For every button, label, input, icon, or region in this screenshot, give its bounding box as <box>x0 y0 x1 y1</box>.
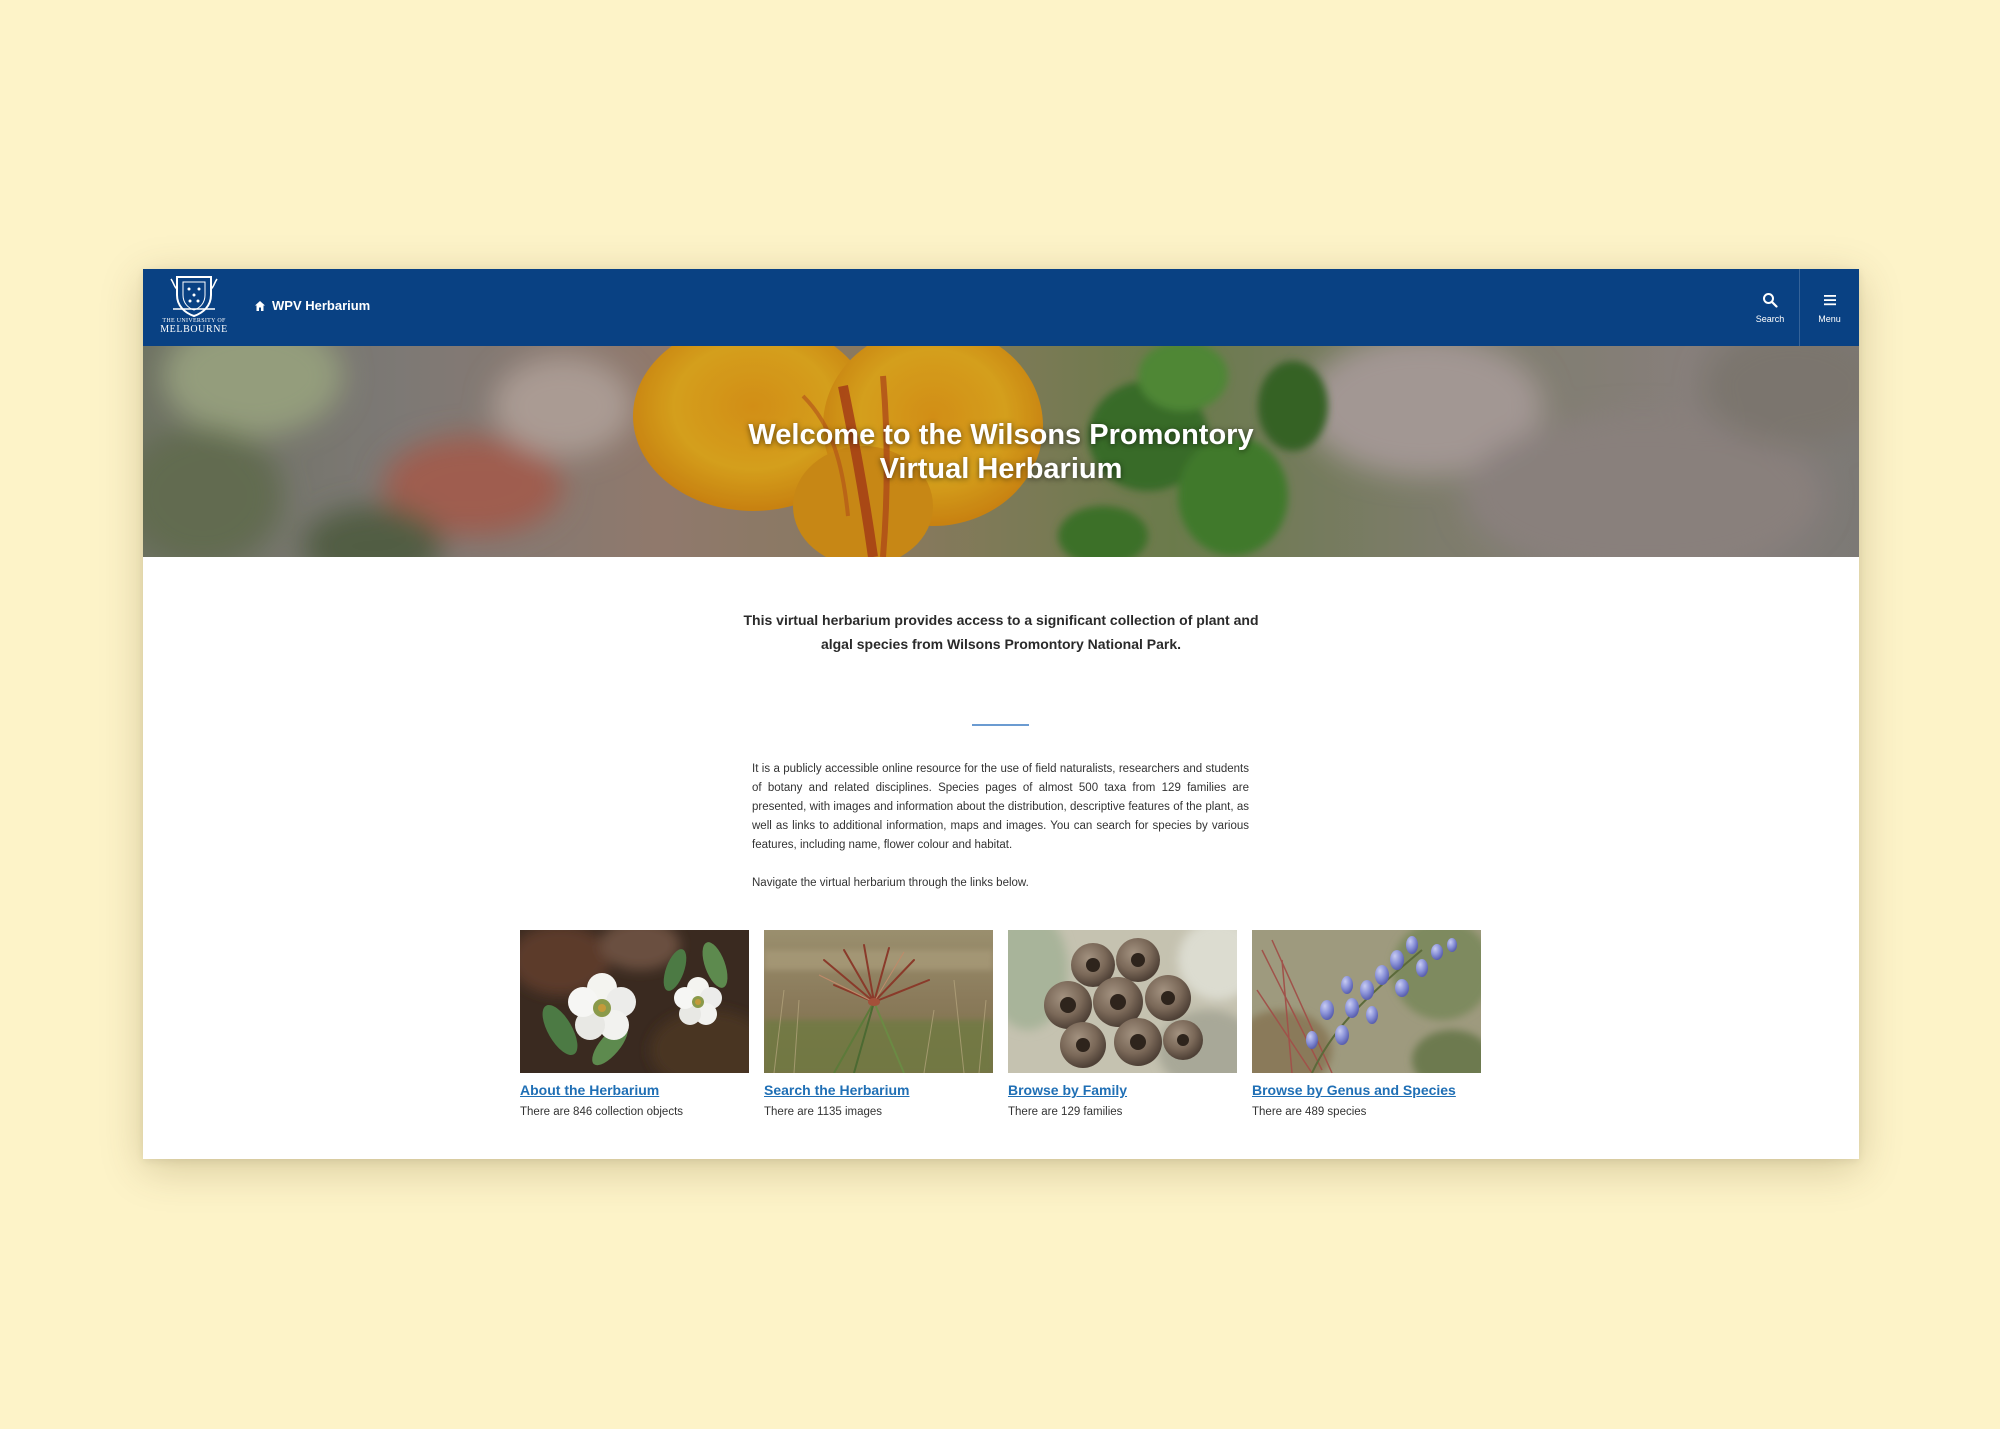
card-link-search[interactable]: Search the Herbarium <box>764 1082 993 1098</box>
university-logo[interactable]: THE UNIVERSITY OF MELBOURNE <box>160 273 228 341</box>
grass-seedhead-image <box>764 930 993 1073</box>
card-link-about[interactable]: About the Herbarium <box>520 1082 749 1098</box>
browser-window: THE UNIVERSITY OF MELBOURNE WPV Herbariu… <box>143 269 1859 1159</box>
card-image-search[interactable] <box>764 930 993 1073</box>
white-flower-image <box>520 930 749 1073</box>
hero-title-line2: Virtual Herbarium <box>879 453 1123 485</box>
body-paragraph-1: It is a publicly accessible online resou… <box>752 763 1249 851</box>
intro-lead-text: This virtual herbarium provides access t… <box>726 608 1276 656</box>
hamburger-menu-icon <box>1823 294 1836 305</box>
card-link-genus-species[interactable]: Browse by Genus and Species <box>1252 1082 1481 1098</box>
blue-berries-image <box>1252 930 1481 1073</box>
menu-label: Menu <box>1818 313 1841 324</box>
search-button[interactable]: Search <box>1740 269 1800 346</box>
card-link-family[interactable]: Browse by Family <box>1008 1082 1237 1098</box>
breadcrumb-home-link[interactable]: WPV Herbarium <box>254 298 370 313</box>
search-label: Search <box>1755 313 1785 324</box>
card-image-family[interactable] <box>1008 930 1237 1073</box>
site-header: THE UNIVERSITY OF MELBOURNE WPV Herbariu… <box>143 269 1859 346</box>
card-count-family: There are 129 families <box>1008 1106 1123 1118</box>
lead-line1: This virtual herbarium provides access t… <box>743 612 1259 628</box>
hero-title: Welcome to the Wilsons Promontory Virtua… <box>143 418 1859 486</box>
search-icon <box>1763 292 1778 308</box>
card-count-genus-species: There are 489 species <box>1252 1106 1367 1118</box>
menu-button[interactable]: Menu <box>1799 269 1859 346</box>
home-icon <box>255 300 265 311</box>
card-about-herbarium: About the Herbarium There are 846 collec… <box>520 930 749 1118</box>
card-image-about[interactable] <box>520 930 749 1073</box>
hero-title-line1: Welcome to the Wilsons Promontory <box>748 419 1254 451</box>
card-image-genus[interactable] <box>1252 930 1481 1073</box>
lead-line2: algal species from Wilsons Promontory Na… <box>820 636 1182 652</box>
seed-pods-image <box>1008 930 1237 1073</box>
intro-body-text: It is a publicly accessible online resou… <box>752 760 1249 893</box>
section-divider <box>972 724 1029 726</box>
card-count-about: There are 846 collection objects <box>520 1106 684 1118</box>
card-browse-family: Browse by Family There are 129 families <box>1008 930 1237 1118</box>
breadcrumb-label: WPV Herbarium <box>272 298 371 313</box>
card-browse-genus-species: Browse by Genus and Species There are 48… <box>1252 930 1481 1118</box>
logo-text-line2: MELBOURNE <box>160 324 228 335</box>
body-paragraph-2: Navigate the virtual herbarium through t… <box>752 877 1029 889</box>
card-search-herbarium: Search the Herbarium There are 1135 imag… <box>764 930 993 1118</box>
crest-icon <box>170 276 218 317</box>
card-count-search: There are 1135 images <box>764 1106 883 1118</box>
hero-banner: Welcome to the Wilsons Promontory Virtua… <box>143 346 1859 557</box>
